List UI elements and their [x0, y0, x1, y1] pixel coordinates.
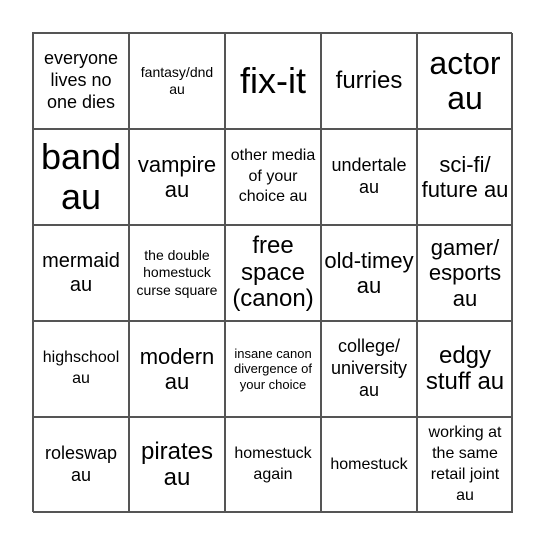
bingo-cell-text: working at the same retail joint au [428, 424, 502, 504]
bingo-cell-text: other media of your choice au [230, 146, 316, 206]
bingo-cell[interactable]: roleswap au [33, 417, 129, 513]
bingo-cell-text: modern au [139, 343, 215, 394]
bingo-cell[interactable]: highschool au [33, 321, 129, 417]
bingo-cell[interactable]: gamer/ esports au [417, 225, 513, 321]
bingo-cell-text: gamer/ esports au [428, 235, 502, 311]
bingo-cell-text: edgy stuff au [425, 341, 505, 395]
bingo-cell-text: fantasy/dnd au [140, 63, 214, 98]
bingo-cell-text: vampire au [137, 151, 217, 202]
bingo-cell-text: old-timey au [324, 247, 414, 298]
bingo-cell-text: band au [40, 136, 122, 217]
bingo-cell[interactable]: fantasy/dnd au [129, 33, 225, 129]
bingo-cell[interactable]: undertale au [321, 129, 417, 225]
bingo-cell[interactable]: homestuck again [225, 417, 321, 513]
bingo-cell-text: college/ university au [330, 336, 408, 400]
bingo-cell-text: furries [335, 66, 403, 94]
bingo-cell[interactable]: modern au [129, 321, 225, 417]
bingo-cell-text: insane canon divergence of your choice [233, 345, 313, 392]
bingo-cell-text: homestuck [330, 455, 408, 473]
bingo-cell[interactable]: college/ university au [321, 321, 417, 417]
bingo-cell[interactable]: fix-it [225, 33, 321, 129]
bingo-cell-text: undertale au [331, 155, 407, 197]
bingo-board: everyone lives no one dies fantasy/dnd au… [32, 32, 513, 513]
bingo-cell-text: mermaid au [42, 250, 120, 296]
bingo-cell-text: homestuck again [234, 445, 312, 483]
bingo-cell[interactable]: pirates au [129, 417, 225, 513]
bingo-cell-text: roleswap au [44, 443, 118, 485]
bingo-cell-text: pirates au [140, 437, 214, 491]
bingo-cell[interactable]: the double homestuck curse square [129, 225, 225, 321]
bingo-cell-text: free space (canon) [232, 232, 314, 313]
bingo-cell[interactable]: furries [321, 33, 417, 129]
bingo-cell[interactable]: mermaid au [33, 225, 129, 321]
bingo-cell[interactable]: band au [33, 129, 129, 225]
bingo-cell-text: actor au [429, 44, 501, 116]
bingo-cell[interactable]: everyone lives no one dies [33, 33, 129, 129]
bingo-cell[interactable]: free space (canon) [225, 225, 321, 321]
bingo-cell[interactable]: homestuck [321, 417, 417, 513]
bingo-cell[interactable]: other media of your choice au [225, 129, 321, 225]
bingo-cell[interactable]: working at the same retail joint au [417, 417, 513, 513]
bingo-cell-text: fix-it [240, 60, 306, 102]
bingo-cell[interactable]: insane canon divergence of your choice [225, 321, 321, 417]
bingo-cell[interactable]: actor au [417, 33, 513, 129]
bingo-cell-text: sci-fi/ future au [421, 151, 509, 202]
bingo-cell-text: everyone lives no one dies [43, 48, 119, 112]
bingo-cell[interactable]: sci-fi/ future au [417, 129, 513, 225]
bingo-cell-text: the double homestuck curse square [136, 246, 218, 298]
bingo-cell[interactable]: vampire au [129, 129, 225, 225]
bingo-cell[interactable]: edgy stuff au [417, 321, 513, 417]
bingo-cell[interactable]: old-timey au [321, 225, 417, 321]
bingo-cell-text: highschool au [42, 349, 120, 387]
